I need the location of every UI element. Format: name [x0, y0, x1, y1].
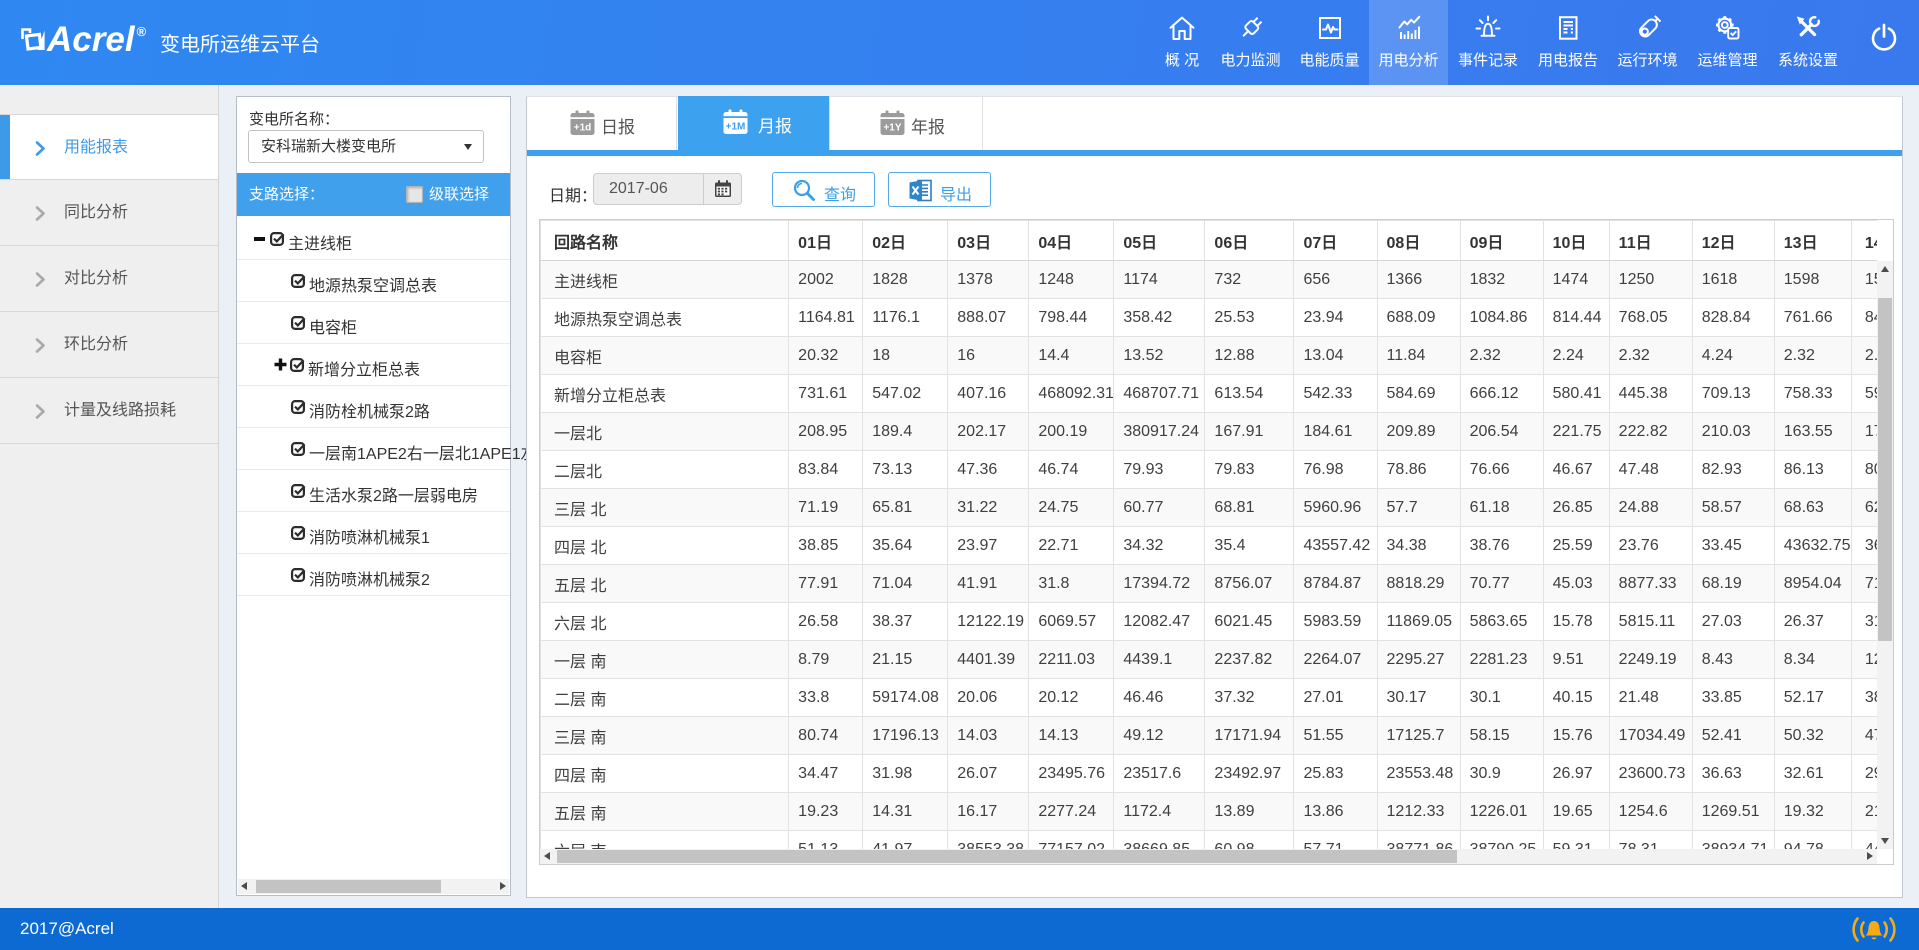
- svg-text:+1d: +1d: [574, 123, 592, 134]
- svg-text:+1M: +1M: [726, 122, 746, 133]
- svg-text:+1Y: +1Y: [883, 123, 901, 134]
